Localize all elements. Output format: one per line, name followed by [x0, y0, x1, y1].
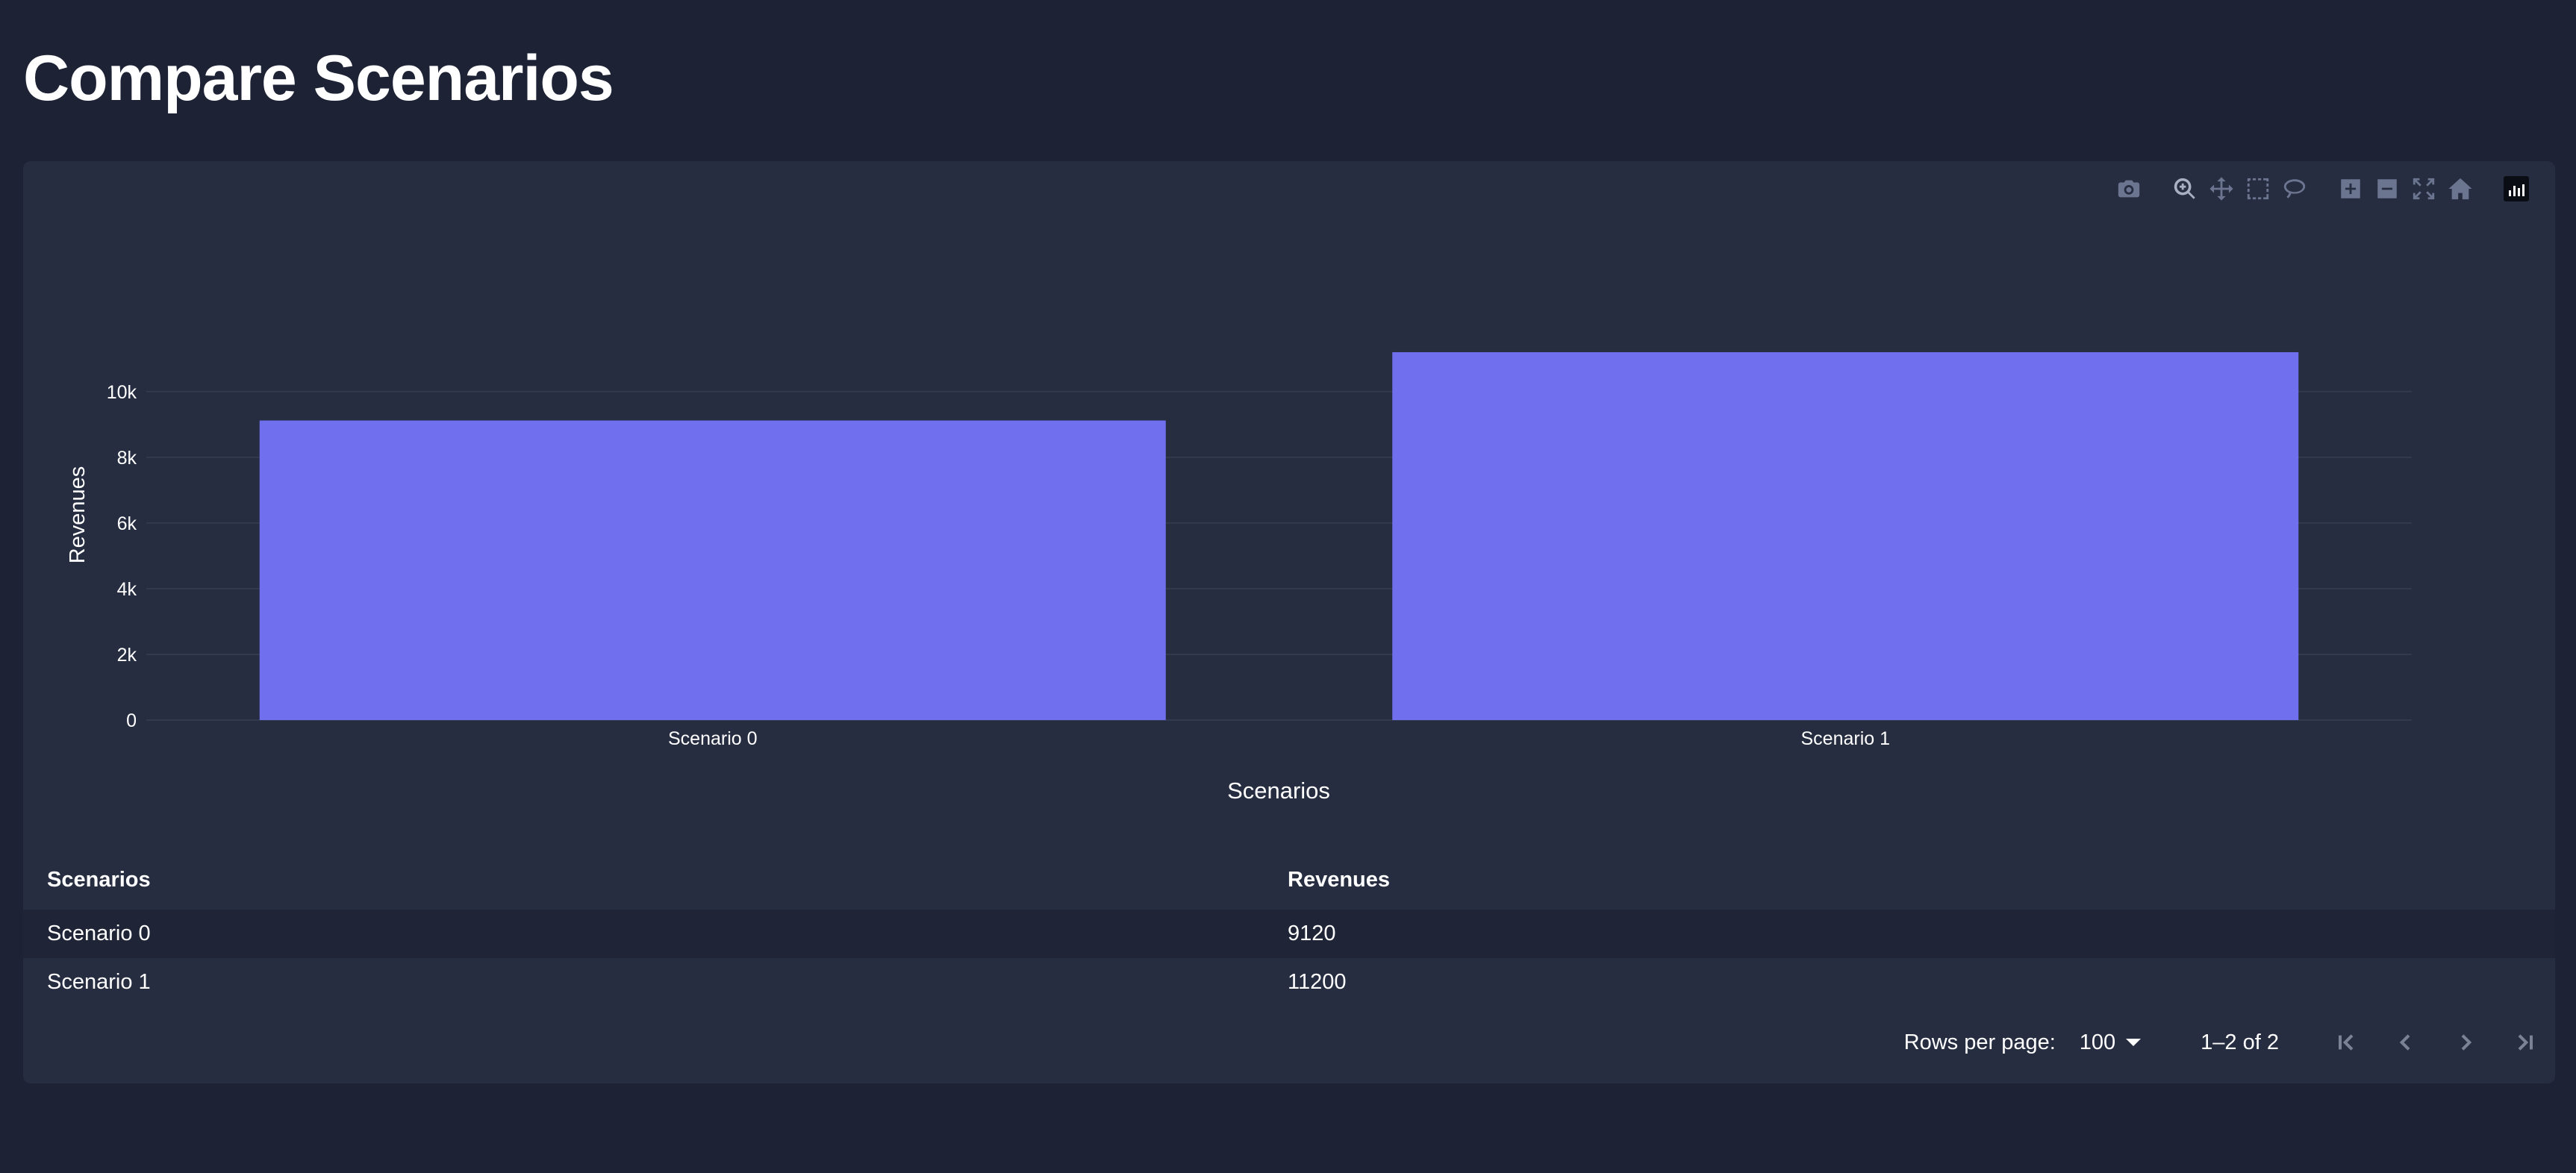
chart-card: 0 2k 4k 6k 8k 10k Scenario 0 Scenario 1 Revenu… — [23, 161, 2555, 1083]
box-select-icon[interactable] — [2242, 172, 2274, 205]
cell-revenue: 11200 — [1288, 970, 1347, 994]
y-axis-label: Revenues — [66, 466, 90, 564]
cell-revenue: 9120 — [1288, 922, 1336, 945]
table-row[interactable]: Scenario 0 9120 — [23, 910, 2555, 958]
table-row[interactable]: Scenario 1 11200 — [23, 958, 2555, 1007]
lasso-select-icon[interactable] — [2278, 172, 2311, 205]
rows-per-page-select[interactable]: 100 — [2079, 1030, 2142, 1055]
bar-chart: 0 2k 4k 6k 8k 10k Scenario 0 Scenario 1 Revenu… — [66, 351, 2412, 804]
chevron-left-icon — [2399, 1034, 2410, 1051]
rows-per-page-value: 100 — [2079, 1030, 2116, 1054]
caret-down-icon — [2126, 1039, 2142, 1046]
bar[interactable] — [259, 420, 1166, 720]
camera-icon[interactable] — [2112, 172, 2145, 205]
zoom-in-icon[interactable] — [2334, 172, 2367, 205]
last-page-button[interactable] — [2495, 1020, 2555, 1065]
pan-icon[interactable] — [2205, 172, 2238, 205]
bar[interactable] — [1392, 351, 2299, 720]
chart-modebar — [2089, 170, 2533, 207]
x-tick-label: Scenario 1 — [1800, 728, 1890, 749]
data-table: Scenarios Revenues Scenario 0 9120 Scena… — [23, 850, 2555, 1007]
x-axis-label: Scenarios — [1227, 778, 1330, 804]
autoscale-icon[interactable] — [2407, 172, 2440, 205]
previous-page-button[interactable] — [2376, 1020, 2436, 1065]
first-page-icon — [2339, 1034, 2354, 1051]
y-tick-label: 0 — [126, 710, 137, 731]
table-header-row: Scenarios Revenues — [23, 850, 2555, 910]
cell-scenario: Scenario 0 — [47, 922, 151, 945]
rows-per-page-label: Rows per page: — [1903, 1030, 2056, 1054]
y-tick-label: 8k — [117, 448, 137, 469]
zoom-icon[interactable] — [2168, 172, 2201, 205]
y-tick-label: 6k — [117, 513, 137, 534]
column-header-scenarios[interactable]: Scenarios — [23, 868, 1288, 892]
plotly-logo-mark — [2504, 176, 2529, 201]
zoom-out-icon[interactable] — [2371, 172, 2404, 205]
y-tick-label: 4k — [117, 579, 137, 600]
cell-scenario: Scenario 1 — [47, 970, 151, 994]
y-tick-labels: 0 2k 4k 6k 8k 10k — [107, 382, 137, 731]
y-tick-label: 2k — [117, 645, 137, 666]
next-page-button[interactable] — [2436, 1020, 2495, 1065]
chevron-right-icon — [2461, 1034, 2472, 1051]
first-page-button[interactable] — [2316, 1020, 2376, 1065]
chart-area: 0 2k 4k 6k 8k 10k Scenario 0 Scenario 1 Revenu… — [23, 161, 2555, 850]
reset-axes-icon[interactable] — [2444, 172, 2477, 205]
page-title: Compare Scenarios — [23, 43, 614, 114]
column-header-revenues[interactable]: Revenues — [1288, 868, 2555, 892]
pagination-range: 1–2 of 2 — [2201, 1030, 2279, 1054]
pagination: Rows per page: 100 1–2 of 2 — [23, 1005, 2555, 1080]
plotly-logo[interactable] — [2500, 172, 2533, 205]
bars — [259, 351, 2299, 720]
x-tick-labels: Scenario 0 Scenario 1 — [668, 728, 1890, 749]
last-page-icon — [2518, 1034, 2533, 1051]
x-tick-label: Scenario 0 — [668, 728, 758, 749]
y-tick-label: 10k — [107, 382, 137, 403]
